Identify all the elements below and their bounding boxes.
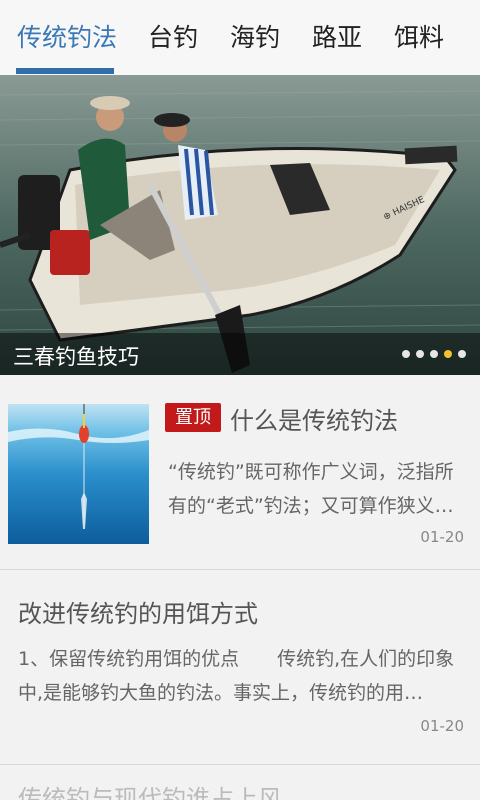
pinned-badge: 置顶 [165, 403, 221, 432]
category-tab-bar: 传统钓法 台钓 海钓 路亚 饵料 [0, 0, 480, 75]
banner-carousel[interactable]: ⊕ HAISHE 三春钓鱼技巧 [0, 75, 480, 375]
article-date: 01-20 [420, 528, 464, 546]
tab-lure-fishing[interactable]: 路亚 [312, 18, 362, 54]
tab-platform-fishing[interactable]: 台钓 [148, 18, 198, 54]
active-tab-indicator [16, 68, 114, 74]
tab-bait[interactable]: 饵料 [394, 18, 444, 54]
carousel-indicator [402, 350, 466, 358]
banner-title: 三春钓鱼技巧 [13, 345, 139, 369]
article-thumbnail [8, 404, 149, 544]
article-item[interactable]: 置顶 什么是传统钓法 “传统钓”既可称作广义词，泛指所有的“老式”钓法；又可算作… [0, 375, 480, 569]
article-date: 01-20 [420, 717, 464, 735]
banner-caption-bar: 三春钓鱼技巧 [0, 333, 480, 375]
carousel-dot[interactable] [416, 350, 424, 358]
article-title: 什么是传统钓法 [230, 407, 398, 435]
article-list: 置顶 什么是传统钓法 “传统钓”既可称作广义词，泛指所有的“老式”钓法；又可算作… [0, 375, 480, 800]
carousel-dot[interactable] [402, 350, 410, 358]
carousel-dot[interactable] [458, 350, 466, 358]
tab-traditional-fishing[interactable]: 传统钓法 [17, 18, 117, 54]
banner-image: ⊕ HAISHE [0, 75, 480, 375]
article-summary: 1、保留传统钓用饵的优点 传统钓,在人们的印象中,是能够钓大鱼的钓法。事实上，传… [18, 648, 455, 704]
article-summary: “传统钓”既可称作广义词，泛指所有的“老式”钓法；又可算作狭义… [168, 461, 454, 517]
fishing-float-image [8, 404, 149, 544]
article-title: 改进传统钓的用饵方式 [18, 600, 258, 628]
article-title: 传统钓与现代钓谁占上风 [18, 785, 282, 800]
article-item[interactable]: 改进传统钓的用饵方式 1、保留传统钓用饵的优点 传统钓,在人们的印象中,是能够钓… [0, 570, 480, 764]
tab-sea-fishing[interactable]: 海钓 [230, 18, 280, 54]
carousel-dot[interactable] [430, 350, 438, 358]
article-item[interactable]: 传统钓与现代钓谁占上风 [0, 765, 480, 800]
carousel-dot[interactable] [444, 350, 452, 358]
